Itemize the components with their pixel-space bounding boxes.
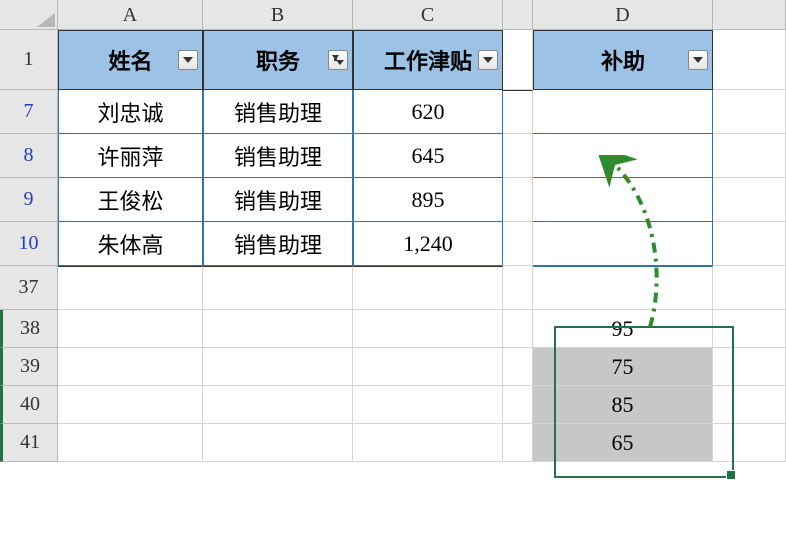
row-header-7[interactable]: 7 bbox=[0, 90, 58, 134]
th-position-label: 职务 bbox=[212, 44, 344, 76]
cell-B37[interactable] bbox=[203, 266, 353, 310]
cell-C37[interactable] bbox=[353, 266, 503, 310]
th-subsidy[interactable]: 补助 bbox=[533, 30, 713, 90]
cell-A39[interactable] bbox=[58, 348, 203, 386]
filter-button-allowance[interactable] bbox=[478, 50, 498, 70]
blank-cell[interactable] bbox=[713, 348, 786, 386]
blank-cell[interactable] bbox=[713, 386, 786, 424]
cell-A10[interactable]: 朱体高 bbox=[58, 222, 203, 266]
gap-cell bbox=[503, 90, 533, 134]
cell-B39[interactable] bbox=[203, 348, 353, 386]
cell-B41[interactable] bbox=[203, 424, 353, 462]
gap-cell bbox=[503, 310, 533, 348]
blank-cell[interactable] bbox=[713, 310, 786, 348]
cell-C38[interactable] bbox=[353, 310, 503, 348]
blank-cell[interactable] bbox=[713, 266, 786, 310]
col-header-A[interactable]: A bbox=[58, 0, 203, 30]
col-header-D[interactable]: D bbox=[533, 0, 713, 30]
gap-cell bbox=[503, 266, 533, 310]
gap-cell bbox=[503, 178, 533, 222]
cell-D10[interactable] bbox=[533, 222, 713, 266]
row-header-8[interactable]: 8 bbox=[0, 134, 58, 178]
cell-A38[interactable] bbox=[58, 310, 203, 348]
blank-cell[interactable] bbox=[713, 30, 786, 90]
th-name[interactable]: 姓名 bbox=[58, 30, 203, 90]
th-allowance-label: 工作津贴 bbox=[362, 44, 494, 76]
filter-button-name[interactable] bbox=[178, 50, 198, 70]
select-all-corner[interactable] bbox=[0, 0, 58, 30]
blank-cell[interactable] bbox=[713, 178, 786, 222]
row-header-9[interactable]: 9 bbox=[0, 178, 58, 222]
cell-C10[interactable]: 1,240 bbox=[353, 222, 503, 266]
th-position[interactable]: 职务 bbox=[203, 30, 353, 90]
cell-D39[interactable]: 75 bbox=[533, 348, 713, 386]
cell-A8[interactable]: 许丽萍 bbox=[58, 134, 203, 178]
cell-D37[interactable] bbox=[533, 266, 713, 310]
cell-C7[interactable]: 620 bbox=[353, 90, 503, 134]
gap-cell bbox=[503, 134, 533, 178]
gap-cell bbox=[503, 386, 533, 424]
cell-B38[interactable] bbox=[203, 310, 353, 348]
cell-A41[interactable] bbox=[58, 424, 203, 462]
cell-C9[interactable]: 895 bbox=[353, 178, 503, 222]
row-header-10[interactable]: 10 bbox=[0, 222, 58, 266]
gap-cell bbox=[503, 222, 533, 266]
spreadsheet-grid[interactable]: A B C D 1 姓名 职务 工作津贴 补助 7 刘忠诚 销售助理 620 8… bbox=[0, 0, 786, 462]
th-subsidy-label: 补助 bbox=[542, 44, 704, 76]
cell-C8[interactable]: 645 bbox=[353, 134, 503, 178]
gap-cell bbox=[503, 30, 533, 90]
row-header-1[interactable]: 1 bbox=[0, 30, 58, 90]
cell-A7[interactable]: 刘忠诚 bbox=[58, 90, 203, 134]
cell-A37[interactable] bbox=[58, 266, 203, 310]
gap-cell bbox=[503, 424, 533, 462]
cell-A40[interactable] bbox=[58, 386, 203, 424]
cell-B10[interactable]: 销售助理 bbox=[203, 222, 353, 266]
cell-D38[interactable]: 95 bbox=[533, 310, 713, 348]
cell-D7[interactable] bbox=[533, 90, 713, 134]
col-header-C[interactable]: C bbox=[353, 0, 503, 30]
cell-D9[interactable] bbox=[533, 178, 713, 222]
filter-button-position[interactable] bbox=[328, 50, 348, 70]
row-header-41[interactable]: 41 bbox=[0, 424, 58, 462]
row-header-38[interactable]: 38 bbox=[0, 310, 58, 348]
blank-cell[interactable] bbox=[713, 90, 786, 134]
cell-D8[interactable] bbox=[533, 134, 713, 178]
th-name-label: 姓名 bbox=[67, 44, 194, 76]
cell-D41[interactable]: 65 bbox=[533, 424, 713, 462]
blank-cell[interactable] bbox=[713, 134, 786, 178]
th-allowance[interactable]: 工作津贴 bbox=[353, 30, 503, 90]
blank-cell[interactable] bbox=[713, 222, 786, 266]
cell-B40[interactable] bbox=[203, 386, 353, 424]
cell-B8[interactable]: 销售助理 bbox=[203, 134, 353, 178]
col-gap bbox=[503, 0, 533, 30]
cell-A9[interactable]: 王俊松 bbox=[58, 178, 203, 222]
cell-B7[interactable]: 销售助理 bbox=[203, 90, 353, 134]
row-header-40[interactable]: 40 bbox=[0, 386, 58, 424]
gap-cell bbox=[503, 348, 533, 386]
blank-cell[interactable] bbox=[713, 424, 786, 462]
col-header-blank[interactable] bbox=[713, 0, 786, 30]
filter-button-subsidy[interactable] bbox=[688, 50, 708, 70]
row-header-37[interactable]: 37 bbox=[0, 266, 58, 310]
cell-C40[interactable] bbox=[353, 386, 503, 424]
cell-C41[interactable] bbox=[353, 424, 503, 462]
cell-B9[interactable]: 销售助理 bbox=[203, 178, 353, 222]
cell-C39[interactable] bbox=[353, 348, 503, 386]
cell-D40[interactable]: 85 bbox=[533, 386, 713, 424]
row-header-39[interactable]: 39 bbox=[0, 348, 58, 386]
col-header-B[interactable]: B bbox=[203, 0, 353, 30]
